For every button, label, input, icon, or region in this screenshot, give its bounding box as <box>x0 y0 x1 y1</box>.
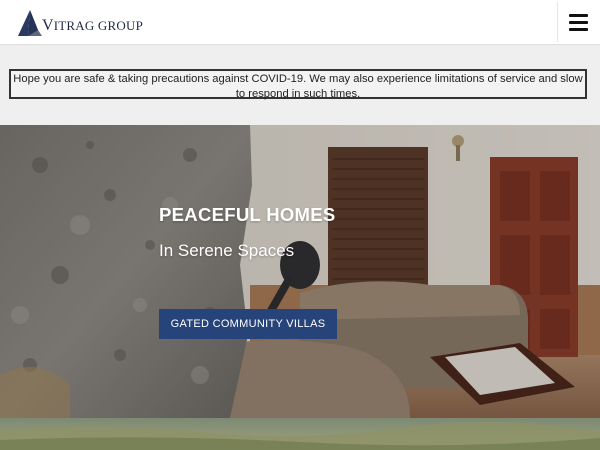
gated-community-villas-button[interactable]: GATED COMMUNITY VILLAS <box>159 309 337 339</box>
hero-overlay <box>0 125 600 418</box>
menu-bar <box>568 20 588 24</box>
vitrag-group-logo-mark <box>18 10 42 36</box>
brand-name-rest: ITRAG GROUP <box>53 18 143 33</box>
brand-logo[interactable]: VITRAG GROUP <box>16 8 143 38</box>
site-header: VITRAG GROUP <box>0 0 600 45</box>
hamburger-menu-icon[interactable] <box>557 2 598 42</box>
landscape-image <box>0 418 600 450</box>
hero-banner: PEACEFUL HOMES In Serene Spaces GATED CO… <box>0 125 600 418</box>
menu-bar <box>568 13 588 17</box>
menu-bar <box>568 27 588 31</box>
hero-subtitle: In Serene Spaces <box>159 241 295 260</box>
hero-title: PEACEFUL HOMES <box>159 204 336 225</box>
brand-name: VITRAG GROUP <box>42 17 143 35</box>
notice-section: Hope you are safe & taking precautions a… <box>0 45 600 125</box>
next-section-image <box>0 418 600 450</box>
covid-notice: Hope you are safe & taking precautions a… <box>9 69 587 100</box>
brand-name-initial: V <box>42 17 54 34</box>
